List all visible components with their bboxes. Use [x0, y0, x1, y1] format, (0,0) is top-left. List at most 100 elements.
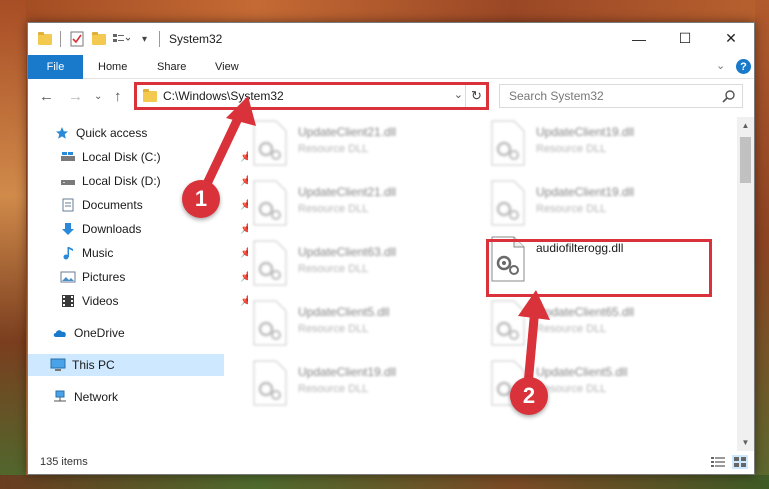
pictures-icon	[60, 270, 76, 284]
file-name: UpdateClient19.dll	[298, 365, 397, 379]
navigation-bar: ← → ⌄ ↑ C:\Windows\System32 ⌄ ↻	[28, 80, 754, 114]
sidebar-item-label: OneDrive	[74, 326, 125, 340]
vertical-scrollbar[interactable]: ▲ ▼	[737, 117, 754, 451]
sidebar-item-label: Music	[82, 246, 114, 260]
dll-file-icon	[252, 239, 290, 289]
music-icon	[60, 246, 76, 260]
help-icon[interactable]: ?	[736, 59, 751, 74]
sidebar-item-label: Downloads	[82, 222, 142, 236]
documents-icon	[60, 198, 76, 212]
file-name: UpdateClient21.dll	[298, 125, 397, 139]
sidebar-item-videos[interactable]: Videos 📌	[60, 290, 256, 312]
computer-icon	[50, 358, 66, 372]
tab-share[interactable]: Share	[157, 55, 186, 79]
file-item[interactable]: UpdateClient19.dll Resource DLL	[490, 179, 720, 235]
file-name: UpdateClient19.dll	[536, 125, 635, 139]
sidebar-item-local-disk-c[interactable]: Local Disk (C:) 📌	[60, 146, 256, 168]
close-button[interactable]: ✕	[708, 23, 754, 54]
scrollbar-thumb[interactable]	[740, 137, 751, 183]
file-name: UpdateClient5.dll	[298, 305, 390, 319]
file-name: UpdateClient65.dll	[536, 305, 635, 319]
properties-icon[interactable]	[70, 31, 84, 47]
maximize-button[interactable]: ☐	[662, 23, 708, 54]
search-box[interactable]	[499, 84, 743, 108]
file-item[interactable]: UpdateClient21.dll Resource DLL	[252, 119, 482, 175]
file-item[interactable]: UpdateClient19.dll Resource DLL	[252, 359, 482, 415]
sidebar-item-this-pc[interactable]: This PC	[28, 354, 224, 376]
file-type: Resource DLL	[298, 203, 369, 215]
search-icon[interactable]	[722, 89, 736, 103]
dll-file-icon	[252, 299, 290, 349]
drive-icon	[60, 150, 76, 164]
customize-toolbar-icon[interactable]: ▾	[142, 31, 147, 47]
file-item[interactable]: UpdateClient21.dll Resource DLL	[252, 179, 482, 235]
large-icons-view-icon[interactable]	[732, 455, 748, 469]
details-view-icon[interactable]	[710, 455, 726, 469]
sidebar-item-pictures[interactable]: Pictures 📌	[60, 266, 256, 288]
tab-home[interactable]: Home	[98, 55, 127, 79]
back-arrow-icon[interactable]: ←	[39, 88, 54, 105]
view-options-icon[interactable]	[112, 31, 130, 47]
file-explorer-window: ▾ System32 — ☐ ✕ File Home Share View ⌄ …	[27, 22, 755, 475]
dll-file-icon	[490, 299, 528, 349]
file-type: Resource DLL	[536, 323, 607, 335]
sidebar-item-label: This PC	[72, 358, 115, 372]
item-count: 135 items	[40, 456, 88, 468]
sidebar-item-downloads[interactable]: Downloads 📌	[60, 218, 256, 240]
title-bar[interactable]: ▾ System32 — ☐ ✕	[28, 23, 754, 55]
tab-view[interactable]: View	[215, 55, 239, 79]
desktop-background-right	[755, 0, 769, 489]
step-1-callout: 1	[182, 180, 220, 218]
sidebar-item-label: Documents	[82, 198, 143, 212]
sidebar-item-quick-access[interactable]: Quick access	[54, 122, 250, 144]
file-type: Resource DLL	[298, 383, 369, 395]
file-type: Resource DLL	[536, 143, 607, 155]
desktop-background-left	[0, 0, 26, 489]
cloud-icon	[52, 326, 68, 340]
file-type: Resource DLL	[536, 203, 607, 215]
sidebar-item-music[interactable]: Music 📌	[60, 242, 256, 264]
desktop-background-bottom	[0, 475, 769, 489]
videos-icon	[60, 294, 76, 308]
sidebar-item-network[interactable]: Network	[52, 386, 248, 408]
navigation-pane: Quick access Local Disk (C:) 📌 Local Dis…	[28, 117, 252, 451]
file-type: Resource DLL	[298, 323, 369, 335]
highlight-box-file	[486, 239, 712, 297]
dll-file-icon	[490, 119, 528, 169]
search-input[interactable]	[500, 89, 710, 103]
up-arrow-icon[interactable]: ↑	[114, 88, 122, 105]
sidebar-item-label: Quick access	[76, 126, 148, 140]
window-folder-icon	[38, 31, 52, 47]
file-type: Resource DLL	[298, 143, 369, 155]
recent-locations-icon[interactable]: ⌄	[94, 91, 102, 102]
file-name: UpdateClient63.dll	[298, 245, 397, 259]
file-item[interactable]: UpdateClient5.dll Resource DLL	[252, 299, 482, 355]
file-item[interactable]: UpdateClient19.dll Resource DLL	[490, 119, 720, 175]
forward-arrow-icon[interactable]: →	[68, 88, 83, 105]
ribbon: File Home Share View ⌄ ?	[28, 55, 754, 79]
file-item[interactable]: UpdateClient65.dll Resource DLL	[490, 299, 720, 355]
network-icon	[52, 390, 68, 404]
sidebar-item-onedrive[interactable]: OneDrive	[52, 322, 248, 344]
sidebar-item-local-disk-d[interactable]: Local Disk (D:) 📌	[60, 170, 256, 192]
expand-ribbon-icon[interactable]: ⌄	[716, 59, 725, 72]
download-icon	[60, 222, 76, 236]
sidebar-item-label: Videos	[82, 294, 119, 308]
tab-file[interactable]: File	[28, 55, 83, 79]
file-item[interactable]: UpdateClient63.dll Resource DLL	[252, 239, 482, 295]
dll-file-icon	[252, 359, 290, 409]
scroll-up-icon[interactable]: ▲	[737, 117, 754, 134]
file-name: UpdateClient19.dll	[536, 185, 635, 199]
sidebar-item-label: Local Disk (D:)	[82, 174, 161, 188]
minimize-button[interactable]: —	[616, 23, 662, 54]
drive-icon	[60, 174, 76, 188]
file-name: UpdateClient5.dll	[536, 365, 628, 379]
sidebar-item-documents[interactable]: Documents 📌	[60, 194, 256, 216]
scroll-down-icon[interactable]: ▼	[737, 434, 754, 451]
new-folder-icon[interactable]	[92, 31, 106, 47]
highlight-box-address	[134, 82, 489, 110]
file-type: Resource DLL	[298, 263, 369, 275]
sidebar-item-label: Network	[74, 390, 119, 404]
window-title: System32	[169, 32, 223, 46]
step-2-callout: 2	[510, 377, 548, 415]
